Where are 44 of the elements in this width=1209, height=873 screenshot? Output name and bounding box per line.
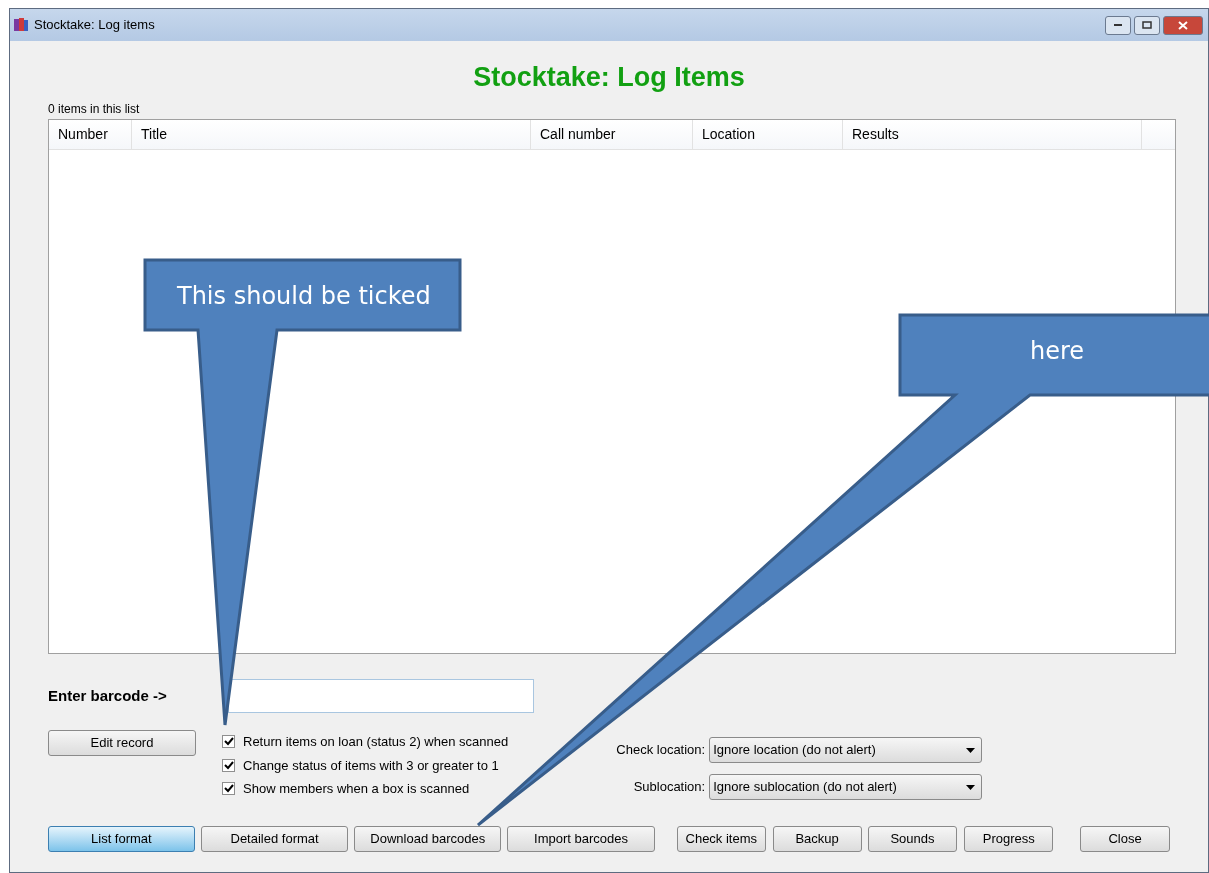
checkbox-label: Show members when a box is scanned [243,780,470,798]
dropdown[interactable]: Ignore sublocation (do not alert) [709,774,983,800]
item-count: 0 items in this list [48,101,141,117]
dropdown[interactable]: Ignore location (do not alert) [709,737,983,763]
callout-text: here [1030,336,1085,367]
edit-record-button[interactable]: Edit record [48,730,196,756]
checkbox-label: Change status of items with 3 or greater to 1 [243,756,499,775]
maximize-icon [1142,21,1152,29]
checkbox[interactable] [222,735,235,749]
toolbar-button[interactable]: Backup [772,826,862,852]
checkbox[interactable] [222,758,235,772]
barcode-label: Enter barcode -> [48,685,168,706]
toolbar-button[interactable]: Detailed format [200,826,349,852]
dropdown-arrow-icon [966,747,976,753]
toolbar-button[interactable]: Import barcodes [507,826,655,852]
app-icon [12,16,30,34]
column-header[interactable]: Call number [531,120,693,149]
callout-text: This should be ticked [177,281,431,312]
page-heading: Stocktake: Log Items [473,60,745,94]
toolbar-button[interactable]: Progress [964,826,1054,852]
column-header[interactable]: Number [49,120,132,149]
checkbox[interactable] [222,782,235,796]
max-window-button[interactable] [1134,15,1160,35]
toolbar-button[interactable]: Download barcodes [354,826,502,852]
select-label: Check location: [615,741,706,760]
checkbox-label: Return items on loan (status 2) when scanned [243,733,509,751]
check-icon [223,737,234,747]
column-header[interactable]: Location [693,120,843,149]
toolbar-button[interactable]: List format [48,826,195,852]
toolbar-button[interactable]: Check items [676,826,766,852]
check-icon [223,784,234,794]
close-window-button[interactable] [1163,15,1203,35]
check-icon [223,760,234,770]
select-label: Sublocation: [632,778,706,797]
toolbar-button[interactable]: Close [1080,826,1170,852]
column-header[interactable]: Results [843,120,1142,149]
toolbar-button[interactable]: Sounds [867,826,958,852]
min-window-button[interactable] [1105,15,1131,35]
window-title: Stocktake: Log items [34,16,155,35]
column-header[interactable]: Title [132,120,531,149]
dropdown-arrow-icon [966,784,976,790]
barcode-field[interactable] [228,679,534,713]
close-icon [1178,20,1188,30]
minimize-icon [1113,23,1123,27]
